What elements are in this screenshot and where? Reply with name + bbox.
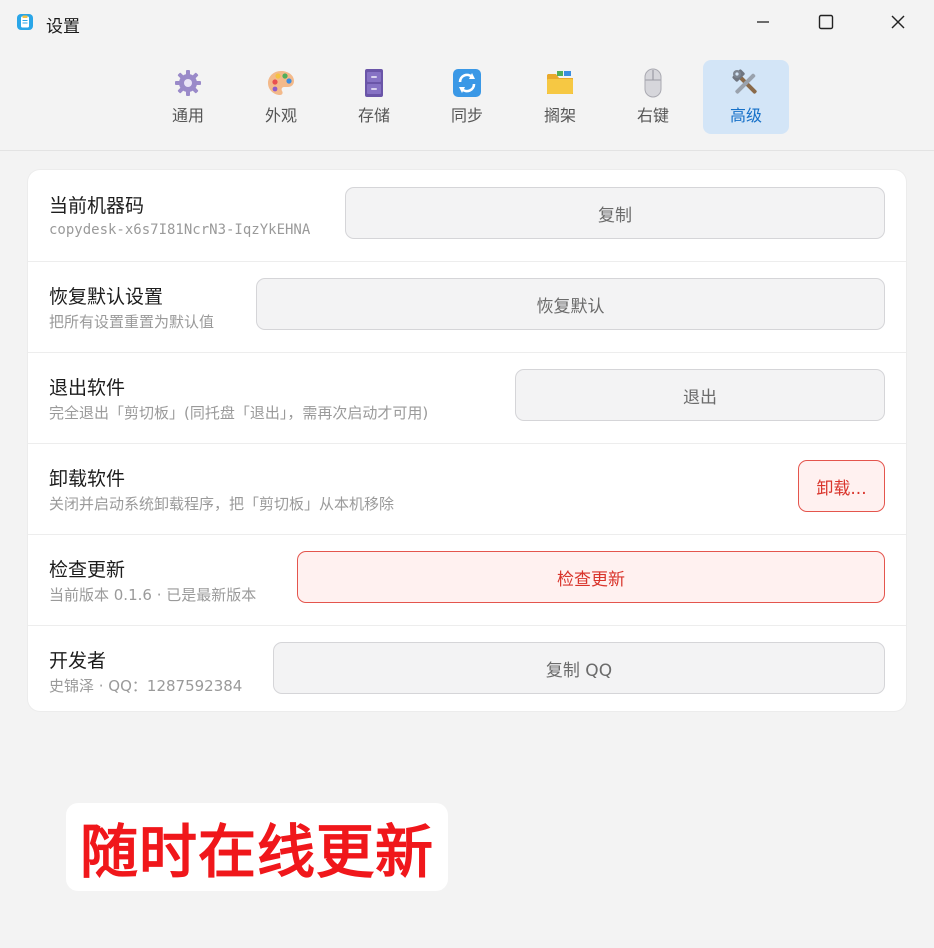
tab-sync[interactable]: 同步 bbox=[424, 60, 510, 134]
tab-appearance[interactable]: 外观 bbox=[238, 60, 324, 134]
mouse-icon bbox=[644, 68, 662, 98]
tab-label: 高级 bbox=[729, 106, 762, 125]
clipboard-app-icon bbox=[17, 14, 33, 30]
restore-defaults-row: 恢复默认设置 把所有设置重置为默认值 恢复默认 bbox=[28, 261, 906, 353]
check-update-row: 检查更新 当前版本 0.1.6 · 已是最新版本 检查更新 bbox=[28, 534, 906, 626]
row-description: 关闭并启动系统卸载程序，把「剪切板」从本机移除 bbox=[49, 495, 395, 513]
row-description: 把所有设置重置为默认值 bbox=[49, 313, 215, 331]
title-bar: 设置 bbox=[0, 0, 934, 44]
restore-defaults-button[interactable]: 恢复默认 bbox=[256, 278, 885, 330]
machine-code-row: 当前机器码 copydesk-x6s7I81NcrN3-IqzYkEHNA 复制 bbox=[28, 170, 906, 262]
tab-storage[interactable]: 存储 bbox=[331, 60, 417, 134]
row-title: 恢复默认设置 bbox=[49, 286, 164, 308]
row-title: 退出软件 bbox=[49, 377, 126, 399]
copy-machine-code-button[interactable]: 复制 bbox=[345, 187, 885, 239]
window-title: 设置 bbox=[46, 17, 80, 37]
tab-label: 外观 bbox=[264, 106, 297, 125]
close-icon bbox=[891, 15, 905, 29]
uninstall-row: 卸载软件 关闭并启动系统卸载程序，把「剪切板」从本机移除 卸载... bbox=[28, 443, 906, 535]
maximize-icon bbox=[818, 14, 834, 30]
tab-label: 通用 bbox=[171, 106, 204, 125]
tab-advanced[interactable]: 高级 bbox=[703, 60, 789, 134]
sync-icon bbox=[453, 69, 481, 97]
machine-code-value: copydesk-x6s7I81NcrN3-IqzYkEHNA bbox=[49, 222, 311, 238]
folder-icon bbox=[547, 71, 573, 94]
cabinet-icon bbox=[365, 69, 383, 97]
advanced-settings-card: 当前机器码 copydesk-x6s7I81NcrN3-IqzYkEHNA 复制… bbox=[28, 170, 906, 711]
tab-general[interactable]: 通用 bbox=[145, 60, 231, 134]
tab-label: 右键 bbox=[636, 106, 669, 125]
palette-icon bbox=[268, 71, 294, 95]
row-title: 当前机器码 bbox=[49, 195, 145, 217]
tab-label: 搁架 bbox=[543, 106, 576, 125]
uninstall-button[interactable]: 卸载... bbox=[798, 460, 885, 512]
tab-shelf[interactable]: 搁架 bbox=[517, 60, 603, 134]
row-title: 检查更新 bbox=[49, 559, 126, 581]
row-description: 完全退出「剪切板」(同托盘「退出」，需再次启动才可用) bbox=[49, 404, 429, 422]
row-title: 卸载软件 bbox=[49, 468, 126, 490]
developer-row: 开发者 史锦泽 · QQ：1287592384 复制 QQ bbox=[28, 625, 906, 711]
close-button[interactable] bbox=[875, 6, 921, 38]
tab-context-menu[interactable]: 右键 bbox=[610, 60, 696, 134]
maximize-button[interactable] bbox=[803, 6, 849, 38]
settings-tabs: 通用 外观 存储 同步 搁架 右键 高级 bbox=[0, 44, 934, 151]
developer-contact: 史锦泽 · QQ：1287592384 bbox=[49, 677, 243, 695]
tools-icon bbox=[732, 69, 757, 94]
quit-button[interactable]: 退出 bbox=[515, 369, 885, 421]
check-update-button[interactable]: 检查更新 bbox=[297, 551, 885, 603]
tab-label: 同步 bbox=[450, 106, 483, 125]
copy-qq-button[interactable]: 复制 QQ bbox=[273, 642, 885, 694]
minimize-button[interactable] bbox=[740, 6, 786, 38]
quit-app-row: 退出软件 完全退出「剪切板」(同托盘「退出」，需再次启动才可用) 退出 bbox=[28, 352, 906, 444]
promo-banner: 随时在线更新 bbox=[66, 803, 448, 891]
version-status: 当前版本 0.1.6 · 已是最新版本 bbox=[49, 586, 257, 604]
promo-text: 随时在线更新 bbox=[79, 818, 434, 886]
tab-label: 存储 bbox=[357, 106, 390, 125]
row-title: 开发者 bbox=[49, 650, 107, 672]
minimize-icon bbox=[757, 21, 769, 23]
gear-icon bbox=[175, 70, 201, 96]
settings-window: 设置 通用 外观 存储 同步 搁架 右键 高级 当前机器码 copydesk-x… bbox=[0, 0, 934, 948]
